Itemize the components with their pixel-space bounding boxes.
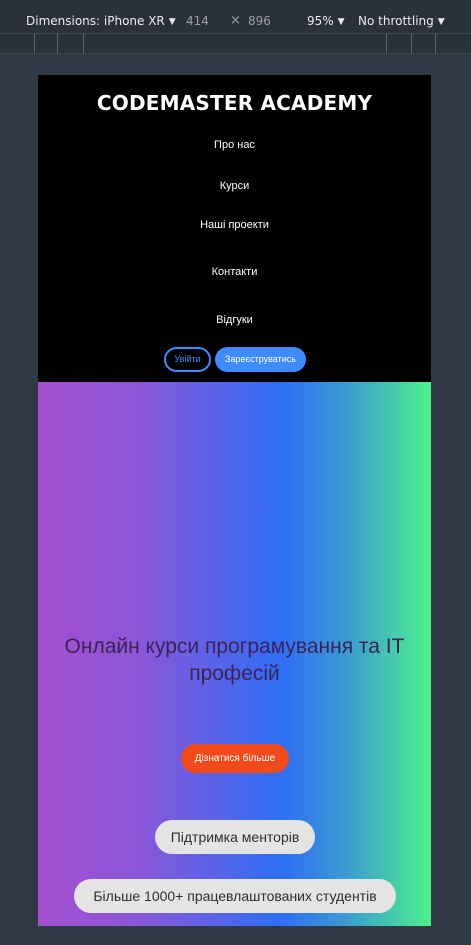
dimension-times-icon: × (230, 13, 241, 28)
nav-link-contacts[interactable]: Контакти (38, 266, 431, 278)
nav-link-reviews[interactable]: Відгуки (38, 314, 431, 326)
device-select[interactable]: Dimensions: iPhone XR ▼ (26, 14, 176, 28)
chevron-down-icon: ▼ (437, 17, 445, 27)
device-select-label: Dimensions: iPhone XR (26, 14, 165, 28)
site-header: CODEMASTER ACADEMY Про нас Курси Наші пр… (38, 75, 431, 382)
nav-link-projects[interactable]: Наші проекти (38, 219, 431, 231)
ruler-tick (83, 34, 84, 54)
login-button[interactable]: Увійти (164, 347, 211, 372)
nav-link-about[interactable]: Про нас (38, 139, 431, 151)
feature-badge-mentors: Підтримка менторів (155, 820, 315, 854)
ruler-tick (435, 34, 436, 54)
ruler-tick (57, 34, 58, 54)
hero-title: Онлайн курси програмування та IT професі… (64, 635, 405, 685)
device-viewport: CODEMASTER ACADEMY Про нас Курси Наші пр… (38, 75, 431, 926)
height-input[interactable]: 896 (248, 14, 271, 28)
zoom-select-label: 95% (307, 14, 334, 28)
ruler-tick (34, 34, 35, 54)
learn-more-button[interactable]: Дізнатися більше (181, 744, 289, 773)
devtools-device-toolbar: Dimensions: iPhone XR ▼ 414 × 896 95% ▼ No… (0, 0, 471, 34)
feature-badge-employed: Більше 1000+ працевлаштованих студентів (74, 879, 396, 913)
register-button[interactable]: Зареєструватись (215, 347, 306, 372)
throttling-select[interactable]: No throttling ▼ (358, 14, 445, 28)
site-logo[interactable]: CODEMASTER ACADEMY (38, 91, 431, 115)
chevron-down-icon: ▼ (168, 17, 176, 27)
chevron-down-icon: ▼ (337, 17, 345, 27)
throttling-select-label: No throttling (358, 14, 434, 28)
width-input[interactable]: 414 (186, 14, 209, 28)
hero-section: Онлайн курси програмування та IT професі… (38, 382, 431, 926)
zoom-select[interactable]: 95% ▼ (307, 14, 345, 28)
ruler-tick (411, 34, 412, 54)
ruler-tick (386, 34, 387, 54)
media-query-ruler (0, 34, 471, 54)
nav-link-courses[interactable]: Курси (38, 180, 431, 192)
